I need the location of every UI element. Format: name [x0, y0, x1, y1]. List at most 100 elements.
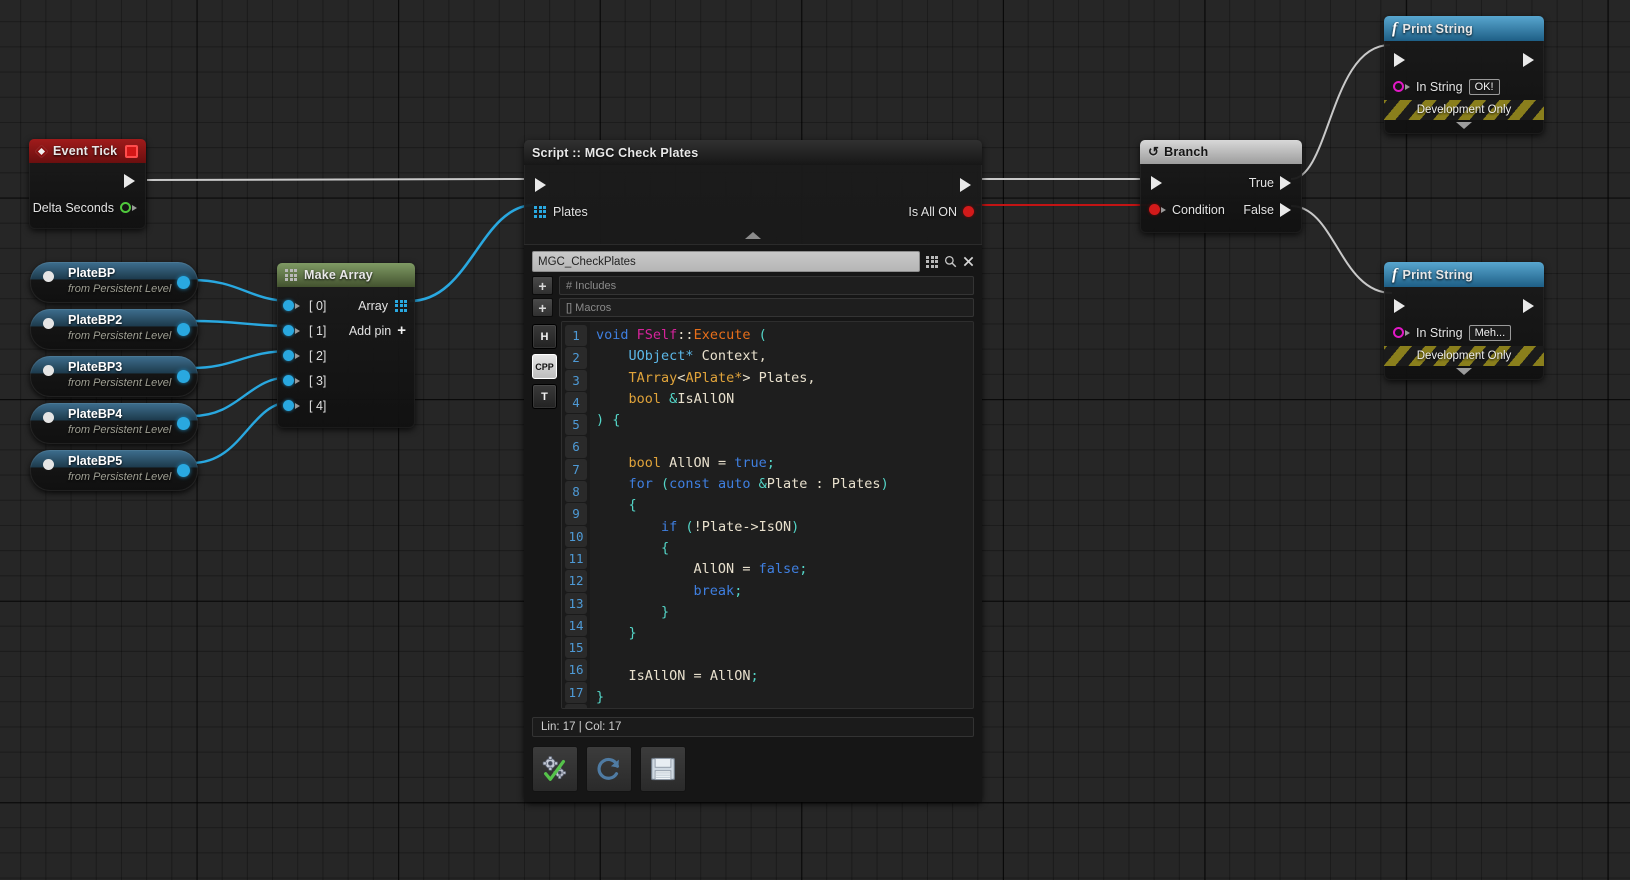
make-array-input-row[interactable]: [ 4] — [277, 393, 415, 418]
variable-output-pin[interactable] — [177, 323, 190, 336]
line-number: 7 — [565, 459, 587, 480]
script-exec-in-pin[interactable] — [535, 178, 546, 192]
make-array-input-row[interactable]: [ 3] — [277, 368, 415, 393]
code-line: if (!Plate->IsON) — [596, 517, 973, 538]
array-input-pin[interactable] — [283, 400, 294, 411]
plates-input-pin[interactable] — [534, 206, 546, 218]
stop-square-icon[interactable] — [125, 145, 138, 158]
print-string-node-false[interactable]: f Print String In String Meh... Developm… — [1384, 262, 1544, 380]
variable-node-plate-3[interactable]: PlateBP4 from Persistent Level — [30, 403, 198, 444]
expand-down-arrow-icon[interactable] — [1456, 122, 1472, 129]
array-input-pin[interactable] — [283, 375, 294, 386]
script-button-row — [532, 746, 974, 792]
variable-object-pin[interactable] — [43, 318, 54, 329]
array-output-pin[interactable] — [395, 300, 407, 312]
script-exec-out-pin[interactable] — [960, 178, 971, 192]
print-string-header: f Print String — [1384, 16, 1544, 41]
branch-true-pin[interactable] — [1280, 176, 1291, 190]
script-node-header: Script :: MGC Check Plates — [524, 140, 982, 165]
add-include-button[interactable]: + — [532, 276, 553, 295]
array-input-pin[interactable] — [283, 350, 294, 361]
refresh-button[interactable] — [586, 746, 632, 792]
in-string-pin[interactable] — [1393, 327, 1404, 338]
delta-seconds-pin[interactable] — [120, 202, 131, 213]
pin-arrow-icon — [1405, 330, 1410, 336]
variable-node-plate-1[interactable]: PlateBP2 from Persistent Level — [30, 309, 198, 350]
code-line: ) { — [596, 410, 973, 431]
tab-template-file[interactable]: T — [532, 384, 557, 409]
variable-object-pin[interactable] — [43, 459, 54, 470]
line-number: 1 — [565, 325, 587, 346]
macros-field[interactable]: [] Macros — [559, 298, 974, 317]
event-tick-exec-out-pin[interactable] — [124, 174, 135, 188]
refresh-icon — [594, 754, 624, 784]
compile-button[interactable] — [532, 746, 578, 792]
variable-object-pin[interactable] — [43, 365, 54, 376]
is-all-on-output-pin[interactable] — [963, 206, 974, 217]
print-exec-out-pin[interactable] — [1523, 299, 1534, 313]
in-string-pin[interactable] — [1393, 81, 1404, 92]
pin-arrow-icon — [1161, 207, 1166, 213]
in-string-value-input[interactable]: OK! — [1469, 79, 1500, 95]
add-macro-button[interactable]: + — [532, 298, 553, 317]
branch-condition-pin[interactable] — [1149, 204, 1160, 215]
expand-down-arrow-icon[interactable] — [1456, 368, 1472, 375]
print-exec-in-pin[interactable] — [1394, 299, 1405, 313]
make-array-input-row[interactable]: [ 0] Array — [277, 293, 415, 318]
variable-node-plate-4[interactable]: PlateBP5 from Persistent Level — [30, 450, 198, 491]
includes-row: + # Includes — [532, 276, 974, 295]
branch-false-pin[interactable] — [1280, 203, 1291, 217]
blueprint-graph-canvas[interactable]: Event Tick Delta Seconds PlateBP from Pe… — [0, 0, 1630, 880]
line-number-gutter: 123456789101112131415161718 — [562, 322, 590, 708]
script-name-input[interactable]: MGC_CheckPlates — [532, 251, 920, 272]
code-line: { — [596, 495, 973, 516]
event-tick-header: Event Tick — [29, 139, 146, 163]
array-index-label: [ 0] — [309, 299, 326, 313]
print-exec-in-pin[interactable] — [1394, 53, 1405, 67]
make-array-input-row[interactable]: [ 2] — [277, 343, 415, 368]
code-editor[interactable]: 123456789101112131415161718 void FSelf::… — [561, 321, 974, 709]
in-string-value-input[interactable]: Meh... — [1469, 325, 1512, 341]
pin-arrow-icon — [295, 353, 300, 359]
variable-output-pin[interactable] — [177, 417, 190, 430]
print-string-node-true[interactable]: f Print String In String OK! Development… — [1384, 16, 1544, 134]
make-array-input-row[interactable]: [ 1] Add pin + — [277, 318, 415, 343]
variable-output-pin[interactable] — [177, 464, 190, 477]
code-line: IsAllON = AllON; — [596, 666, 973, 687]
line-number: 16 — [565, 659, 587, 680]
print-exec-out-pin[interactable] — [1523, 53, 1534, 67]
variable-output-pin[interactable] — [177, 276, 190, 289]
variable-object-pin[interactable] — [43, 271, 54, 282]
search-icon[interactable] — [944, 255, 957, 268]
line-number: 18 — [565, 704, 587, 709]
variable-output-pin[interactable] — [177, 370, 190, 383]
branch-exec-in-pin[interactable] — [1151, 176, 1162, 190]
tab-cpp-file[interactable]: CPP — [532, 354, 557, 379]
variable-object-pin[interactable] — [43, 412, 54, 423]
function-f-icon: f — [1392, 267, 1398, 283]
save-button[interactable] — [640, 746, 686, 792]
branch-condition-label: Condition — [1172, 203, 1225, 217]
branch-node[interactable]: ↺ Branch True Condition — [1140, 140, 1302, 233]
variable-name: PlateBP4 — [68, 407, 122, 421]
code-line: TArray<APlate*> Plates, — [596, 368, 973, 389]
array-input-pin[interactable] — [283, 300, 294, 311]
code-text[interactable]: void FSelf::Execute ( UObject* Context, … — [590, 322, 973, 708]
make-array-node[interactable]: Make Array [ 0] Array — [277, 263, 415, 428]
script-node[interactable]: Script :: MGC Check Plates Plates Is All… — [524, 140, 982, 802]
event-tick-node[interactable]: Event Tick Delta Seconds — [29, 139, 146, 229]
array-input-pin[interactable] — [283, 325, 294, 336]
branch-icon: ↺ — [1148, 144, 1159, 160]
branch-true-label: True — [1249, 176, 1274, 190]
line-number: 6 — [565, 436, 587, 457]
array-index-label: [ 3] — [309, 374, 326, 388]
variable-node-plate-2[interactable]: PlateBP3 from Persistent Level — [30, 356, 198, 397]
close-icon[interactable] — [963, 256, 974, 267]
grid-icon[interactable] — [926, 256, 938, 268]
variable-node-plate-0[interactable]: PlateBP from Persistent Level — [30, 262, 198, 303]
script-collapse-toggle[interactable] — [524, 225, 982, 244]
add-pin-plus-icon[interactable]: + — [397, 323, 406, 338]
includes-field[interactable]: # Includes — [559, 276, 974, 295]
script-code-panel[interactable]: MGC_CheckPlates + # Includes — [524, 244, 982, 802]
tab-header-file[interactable]: H — [532, 324, 557, 349]
